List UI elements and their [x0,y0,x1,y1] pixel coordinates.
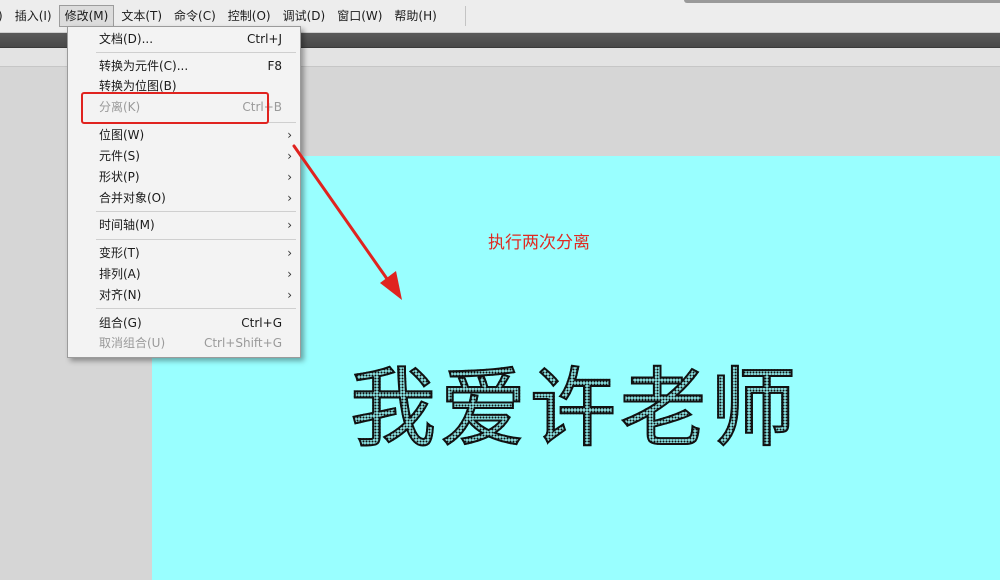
menu-insert[interactable]: 插入(I) [10,5,57,27]
menu-item-group[interactable]: 组合(G) Ctrl+G [68,313,300,333]
menu-item-label: 组合(G) [99,316,142,330]
chevron-right-icon: › [287,149,292,163]
modify-menu-dropdown: 文档(D)... Ctrl+J 转换为元件(C)... F8 转换为位图(B) … [67,26,301,358]
menu-item-label: 转换为元件(C)... [99,59,189,73]
menu-separator [96,211,296,212]
menu-item-symbol[interactable]: 元件(S) › [68,146,300,166]
chevron-right-icon: › [287,128,292,142]
menu-item-label: 时间轴(M) [99,218,155,232]
title-strip [684,0,1000,3]
menu-help[interactable]: 帮助(H) [389,5,441,27]
menu-item-document[interactable]: 文档(D)... Ctrl+J [68,29,300,49]
menu-item-shape[interactable]: 形状(P) › [68,167,300,187]
menu-view[interactable]: ) [0,5,8,27]
menu-item-label: 文档(D)... [99,32,154,46]
menu-item-label: 位图(W) [99,128,145,142]
menu-item-label: 形状(P) [99,170,140,184]
menu-item-label: 排列(A) [99,267,141,281]
menu-separator [465,6,466,26]
menu-item-shortcut: Ctrl+J [247,32,282,46]
menu-window[interactable]: 窗口(W) [332,5,387,27]
menu-control[interactable]: 控制(O) [223,5,276,27]
menu-item-label: 取消组合(U) [99,336,166,350]
menu-item-shortcut: Ctrl+Shift+G [203,336,282,350]
menu-item-label: 对齐(N) [99,288,142,302]
menu-commands[interactable]: 命令(C) [169,5,221,27]
menu-item-ungroup[interactable]: 取消组合(U) Ctrl+Shift+G [68,333,300,353]
menu-item-label: 合并对象(O) [99,191,166,205]
chevron-right-icon: › [287,246,292,260]
menu-modify[interactable]: 修改(M) [58,5,115,27]
menu-text[interactable]: 文本(T) [116,5,167,27]
menu-item-arrange[interactable]: 排列(A) › [68,264,300,284]
annotation-text: 执行两次分离 [488,233,590,253]
menu-separator [96,239,296,240]
chevron-right-icon: › [287,191,292,205]
broken-apart-text[interactable]: 我爱许老师 [349,338,800,463]
chevron-right-icon: › [287,170,292,184]
menu-debug[interactable]: 调试(D) [278,5,331,27]
menu-item-label: 变形(T) [99,246,140,260]
menu-item-shortcut: F8 [267,59,282,73]
chevron-right-icon: › [287,288,292,302]
menu-item-label: 元件(S) [99,149,140,163]
menu-item-combine-objects[interactable]: 合并对象(O) › [68,188,300,208]
menu-item-timeline[interactable]: 时间轴(M) › [68,215,300,235]
menu-item-align[interactable]: 对齐(N) › [68,285,300,305]
menu-item-bitmap[interactable]: 位图(W) › [68,125,300,145]
chevron-right-icon: › [287,218,292,232]
menu-item-shortcut: Ctrl+G [241,316,282,330]
menu-item-convert-to-symbol[interactable]: 转换为元件(C)... F8 [68,56,300,76]
menu-separator [96,52,296,53]
menu-item-transform[interactable]: 变形(T) › [68,243,300,263]
highlight-box [81,92,269,124]
menu-separator [96,308,296,309]
chevron-right-icon: › [287,267,292,281]
